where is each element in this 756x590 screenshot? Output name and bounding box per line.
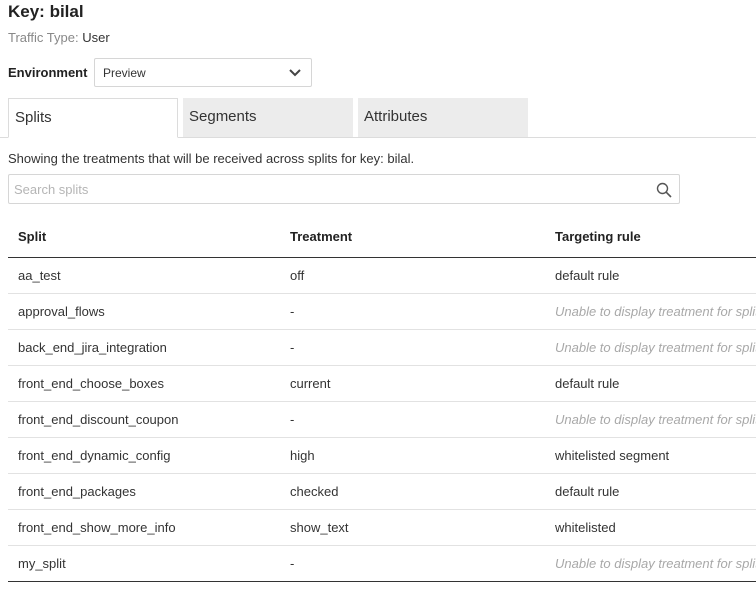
split-name: front_end_discount_coupon <box>18 412 179 427</box>
treatment-value: off <box>290 268 305 283</box>
environment-select[interactable]: Preview <box>94 58 312 87</box>
table-row[interactable]: front_end_show_more_info show_text whiteli… <box>8 510 756 546</box>
splits-table: Split Treatment Targeting rule aa_test of… <box>8 218 756 582</box>
table-row[interactable]: front_end_packages checked default rule <box>8 474 756 510</box>
chevron-down-icon <box>289 69 301 77</box>
table-row[interactable]: front_end_dynamic_config high whitelisted … <box>8 438 756 474</box>
targeting-rule: whitelisted segment <box>555 448 670 463</box>
tab-splits[interactable]: Splits <box>8 98 178 138</box>
split-name: back_end_jira_integration <box>18 340 167 355</box>
search-input[interactable] <box>14 180 644 198</box>
treatment-value: - <box>290 304 295 319</box>
targeting-rule: default rule <box>555 484 620 499</box>
treatment-value: show_text <box>290 520 349 535</box>
column-header-treatment[interactable]: Treatment <box>290 229 352 244</box>
table-row[interactable]: approval_flows - Unable to display treatme… <box>8 294 756 330</box>
treatment-value: current <box>290 376 331 391</box>
column-header-targeting-rule[interactable]: Targeting rule <box>555 229 641 244</box>
treatment-value: high <box>290 448 315 463</box>
targeting-rule: default rule <box>555 268 620 283</box>
targeting-rule: Unable to display treatment for split <box>555 412 756 427</box>
column-header-split[interactable]: Split <box>18 229 46 244</box>
split-name: front_end_show_more_info <box>18 520 176 535</box>
tab-label: Splits <box>15 109 52 126</box>
table-row[interactable]: aa_test off default rule <box>8 258 756 294</box>
search-box <box>8 174 680 204</box>
table-row[interactable]: front_end_choose_boxes current default rul… <box>8 366 756 402</box>
split-name: front_end_packages <box>18 484 136 499</box>
tab-attributes[interactable]: Attributes <box>358 98 528 137</box>
table-body: aa_test off default rule approval_flows - Una… <box>8 258 756 582</box>
search-icon[interactable] <box>656 182 672 198</box>
table-row[interactable]: front_end_discount_coupon - Unable to disp… <box>8 402 756 438</box>
traffic-type-label: Traffic Type: <box>8 30 79 45</box>
tab-label: Segments <box>189 108 257 125</box>
split-name: front_end_dynamic_config <box>18 448 171 463</box>
targeting-rule: Unable to display treatment for split <box>555 304 756 319</box>
treatment-value: - <box>290 556 295 571</box>
split-name: front_end_choose_boxes <box>18 376 165 391</box>
table-row[interactable]: my_split - Unable to display treatment for… <box>8 546 756 582</box>
traffic-type: Traffic Type: User <box>8 30 110 45</box>
targeting-rule: whitelisted <box>555 520 616 535</box>
environment-selected-value: Preview <box>103 66 146 80</box>
environment-label: Environment <box>8 65 88 80</box>
treatment-value: checked <box>290 484 339 499</box>
split-name: my_split <box>18 556 66 571</box>
treatment-value: - <box>290 340 295 355</box>
page-title: Key: bilal <box>8 2 84 21</box>
targeting-rule: default rule <box>555 376 620 391</box>
table-header: Split Treatment Targeting rule <box>8 218 756 258</box>
targeting-rule: Unable to display treatment for split <box>555 340 756 355</box>
tab-segments[interactable]: Segments <box>183 98 353 137</box>
tab-label: Attributes <box>364 108 428 125</box>
split-name: approval_flows <box>18 304 105 319</box>
targeting-rule: Unable to display treatment for split <box>555 556 756 571</box>
description-text: Showing the treatments that will be rece… <box>8 151 415 166</box>
treatment-value: - <box>290 412 295 427</box>
table-row[interactable]: back_end_jira_integration - Unable to disp… <box>8 330 756 366</box>
split-name: aa_test <box>18 268 61 283</box>
traffic-type-value: User <box>82 30 110 45</box>
